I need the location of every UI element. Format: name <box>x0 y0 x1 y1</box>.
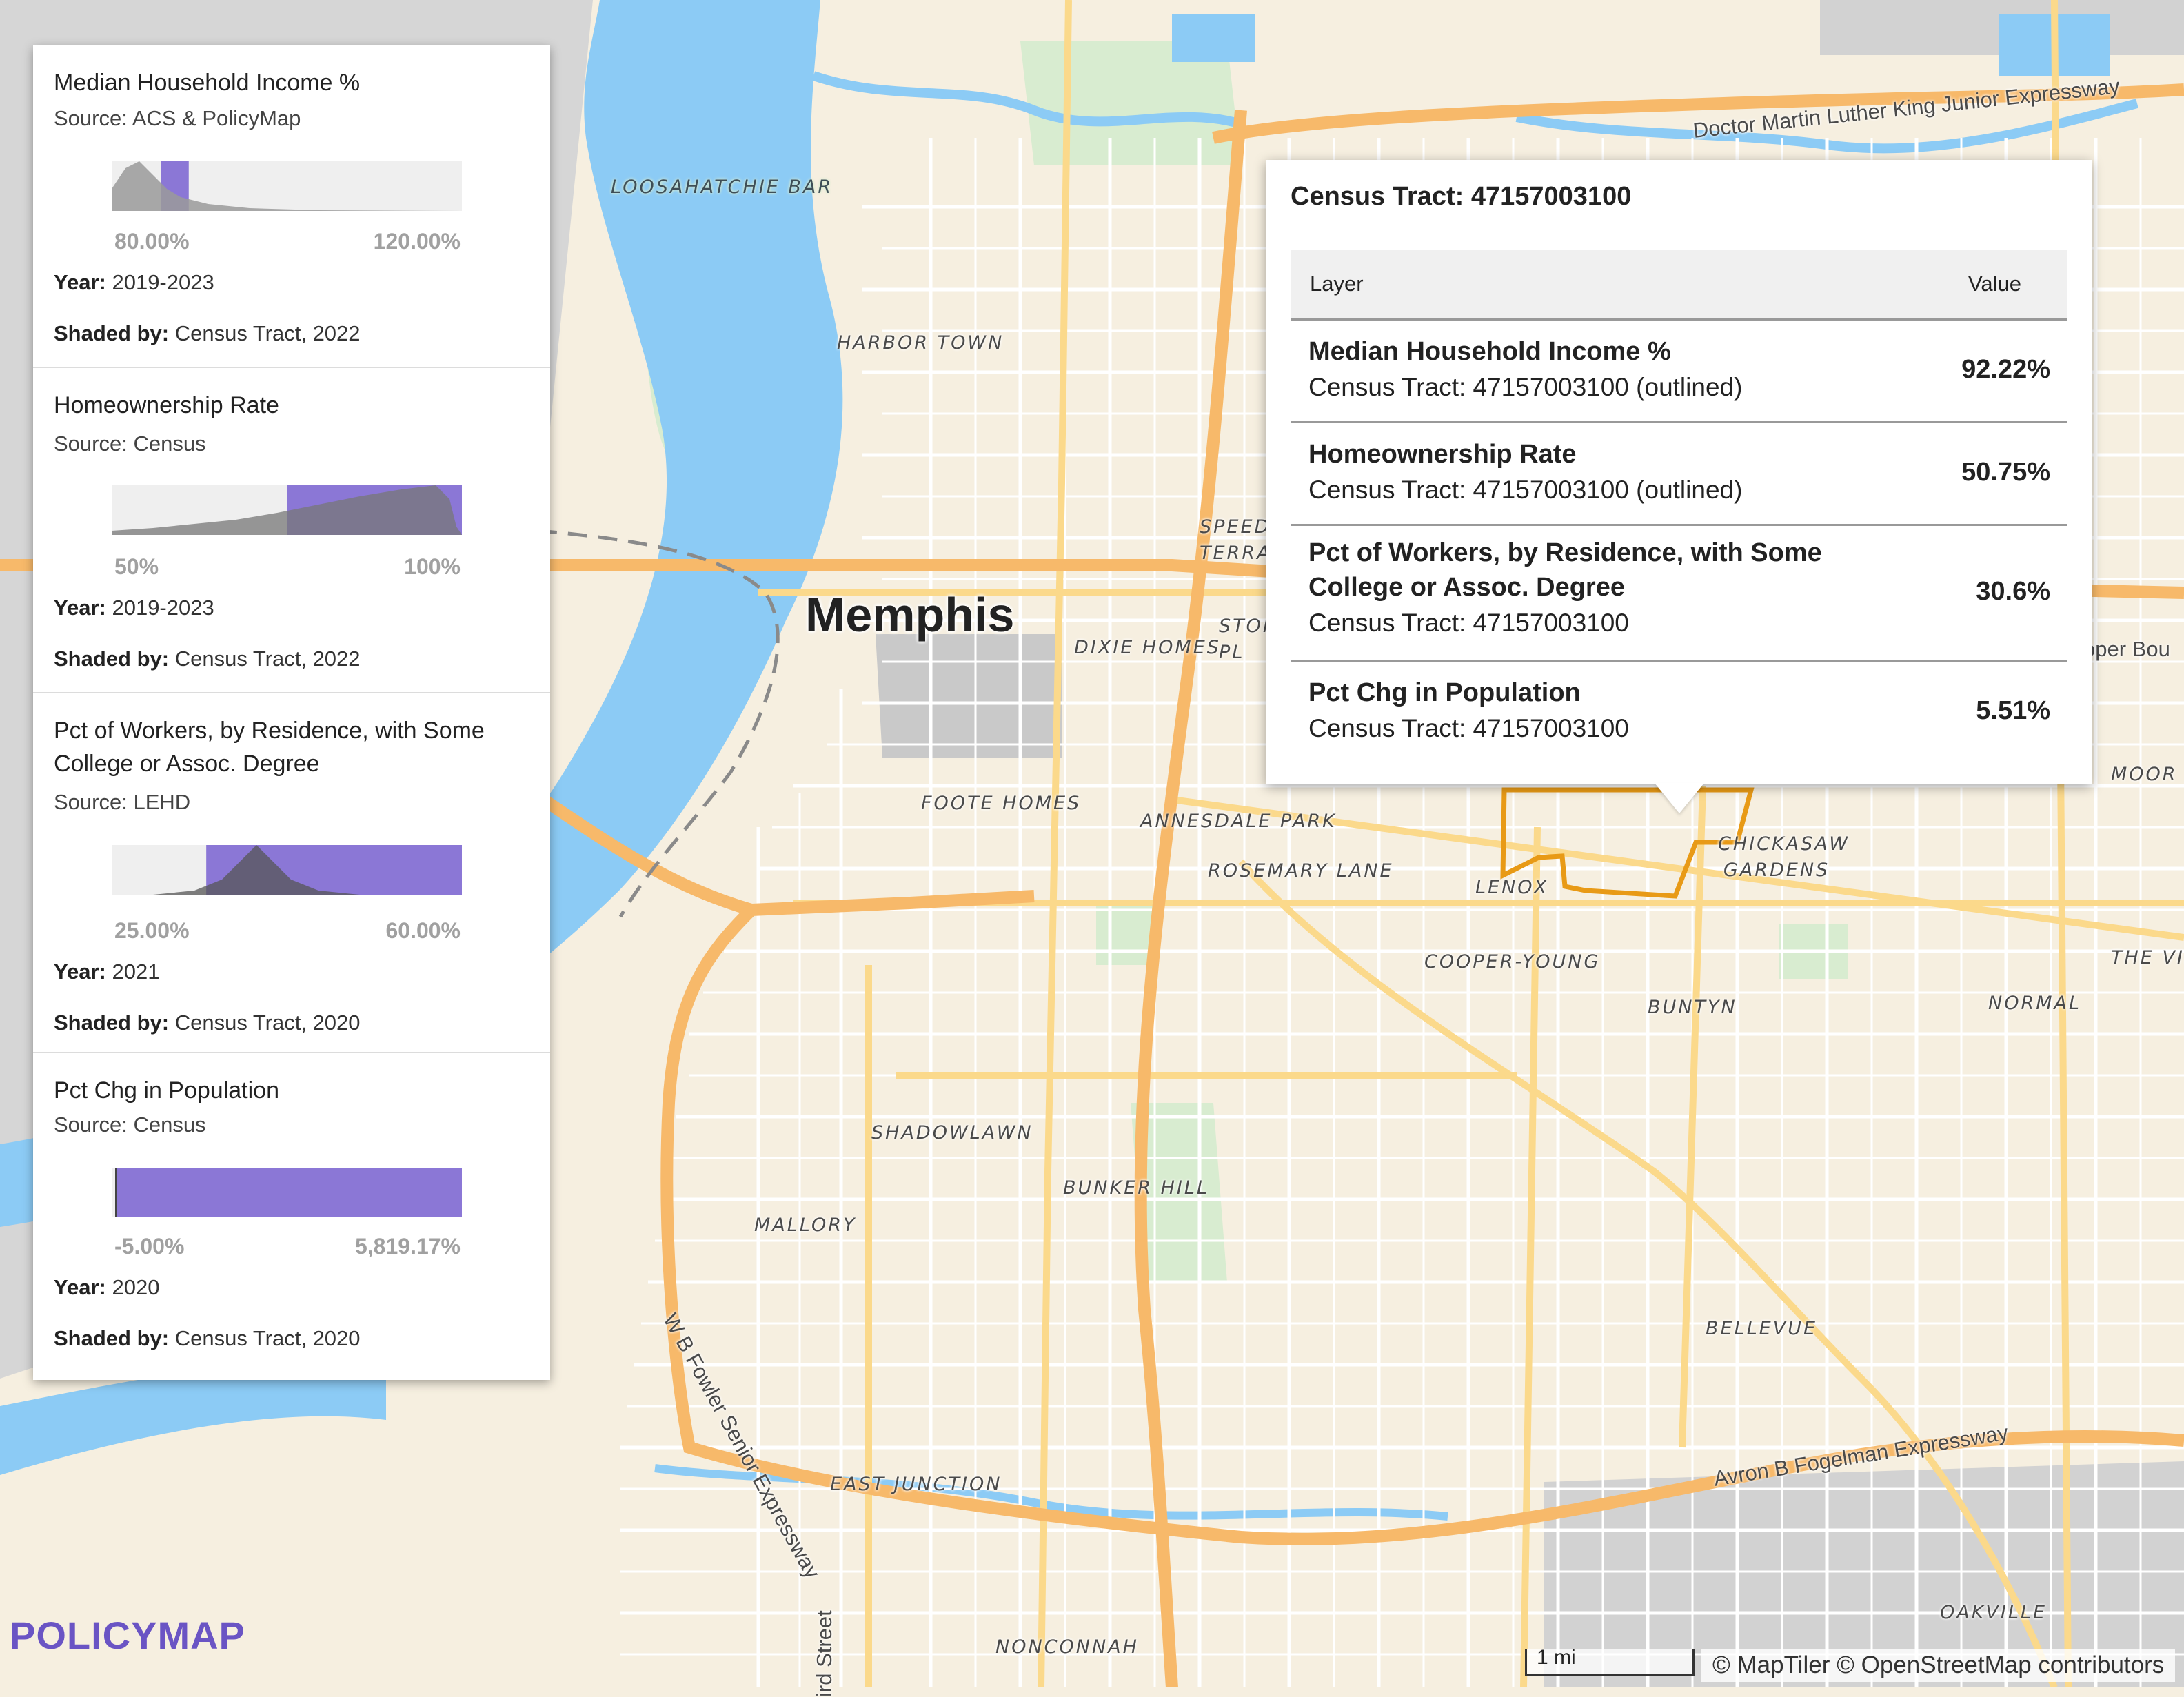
legend-year: Year: 2021 <box>54 959 160 984</box>
label-cooper-young: COOPER-YOUNG <box>1424 951 1601 973</box>
popup-row-sub: Census Tract: 47157003100 <box>1308 609 1629 637</box>
label-bellevue: BELLEVUE <box>1706 1318 1818 1339</box>
legend-source: Source: ACS & PolicyMap <box>54 106 301 130</box>
legend-shaded-by: Shaded by: Census Tract, 2020 <box>54 1010 361 1035</box>
label-chickasaw-gardens: CHICKASAW GARDENS <box>1718 833 1850 881</box>
legend-min: 50% <box>114 554 159 579</box>
industrial-area-downtown <box>876 634 1062 758</box>
legend-title: Homeownership Rate <box>54 392 279 418</box>
popup-row-value: 30.6% <box>1976 577 2050 606</box>
popup-row-value: 92.22% <box>1961 355 2050 384</box>
road-label-third-street: ird Street <box>812 1610 836 1697</box>
label-harbor-town: HARBOR TOWN <box>837 332 1004 354</box>
legend-shaded-by: Shaded by: Census Tract, 2022 <box>54 321 361 345</box>
popup-row: Median Household Income % Census Tract: … <box>1291 321 2067 423</box>
scale-label: 1 mi <box>1537 1646 1576 1669</box>
popup-row-name: Median Household Income % <box>1308 337 1671 366</box>
legend-panel: Median Household Income % Source: ACS & … <box>33 45 550 1380</box>
legend-title: Pct of Workers, by Residence, with Some … <box>54 718 485 777</box>
label-the-village: THE VIL <box>2111 947 2184 968</box>
map-attribution[interactable]: © MapTiler © OpenStreetMap contributors <box>1701 1649 2176 1682</box>
legend-histogram <box>112 485 462 535</box>
popup-row-sub: Census Tract: 47157003100 <box>1308 714 1629 742</box>
popup-row-sub: Census Tract: 47157003100 (outlined) <box>1308 476 1743 504</box>
popup-row: Pct Chg in Population Census Tract: 4715… <box>1291 662 2067 762</box>
legend-title: Median Household Income % <box>54 70 361 96</box>
label-dixie-homes: DIXIE HOMES <box>1074 637 1221 658</box>
popup-row-name: Pct of Workers, by Residence, with Some … <box>1308 538 1822 602</box>
legend-section-pop-change: Pct Chg in Population Source: Census -5.… <box>33 1053 550 1380</box>
popup-row-value: 5.51% <box>1976 696 2050 725</box>
label-mallory: MALLORY <box>754 1215 857 1236</box>
legend-section-homeownership: Homeownership Rate Source: Census 50% 10… <box>33 368 550 693</box>
label-oakville: OAKVILLE <box>1940 1602 2048 1623</box>
label-moor: MOOR <box>2111 764 2178 785</box>
legend-shaded-by: Shaded by: Census Tract, 2020 <box>54 1326 361 1350</box>
city-label-memphis: Memphis <box>805 588 1015 642</box>
popup-title: Census Tract: 47157003100 <box>1291 182 1632 211</box>
popup-row-sub: Census Tract: 47157003100 (outlined) <box>1308 373 1743 401</box>
label-bunker-hill: BUNKER HILL <box>1063 1177 1209 1199</box>
label-shadowlawn: SHADOWLAWN <box>871 1122 1033 1144</box>
legend-title: Pct Chg in Population <box>54 1077 279 1104</box>
label-stonewall-place: STON PL <box>1219 616 1280 663</box>
legend-shaded-by: Shaded by: Census Tract, 2022 <box>54 647 361 671</box>
label-speedway-terrace: SPEEDW TERRA <box>1200 516 1292 564</box>
legend-max: 100% <box>404 554 461 579</box>
legend-min: 25.00% <box>114 918 190 943</box>
legend-year: Year: 2019-2023 <box>54 270 214 294</box>
label-east-junction: EAST JUNCTION <box>830 1474 1002 1495</box>
legend-max: 60.00% <box>385 918 461 943</box>
popup-row: Pct of Workers, by Residence, with Some … <box>1291 526 2067 662</box>
label-lenox: LENOX <box>1475 877 1549 898</box>
popup-col-layer: Layer <box>1310 272 1364 296</box>
label-foote-homes: FOOTE HOMES <box>921 793 1082 814</box>
label-buntyn: BUNTYN <box>1648 997 1737 1018</box>
legend-year: Year: 2020 <box>54 1275 160 1299</box>
legend-source: Source: Census <box>54 1112 206 1137</box>
legend-histogram <box>112 161 462 211</box>
label-annesdale-park: ANNESDALE PARK <box>1140 811 1337 832</box>
legend-histogram <box>112 845 462 895</box>
map-scale-bar: 1 mi <box>1525 1646 1695 1676</box>
legend-histogram <box>112 1168 462 1217</box>
road-label-cooper-boulevard: oper Bou <box>2083 637 2170 661</box>
legend-source: Source: Census <box>54 431 206 456</box>
popup-row-name: Homeownership Rate <box>1308 440 1577 469</box>
popup-row-name: Pct Chg in Population <box>1308 678 1581 707</box>
legend-section-some-college: Pct of Workers, by Residence, with Some … <box>33 693 550 1053</box>
census-tract-popup: Census Tract: 47157003100 Layer Value Me… <box>1266 160 2092 784</box>
popup-row: Homeownership Rate Census Tract: 4715700… <box>1291 423 2067 526</box>
legend-min: 80.00% <box>114 229 190 254</box>
legend-source: Source: LEHD <box>54 790 191 814</box>
legend-max: 5,819.17% <box>354 1234 461 1259</box>
legend-section-median-income: Median Household Income % Source: ACS & … <box>33 45 550 368</box>
popup-pointer <box>1655 783 1704 813</box>
popup-col-value: Value <box>1968 272 2021 296</box>
popup-row-value: 50.75% <box>1961 458 2050 487</box>
label-normal: NORMAL <box>1988 993 2082 1014</box>
popup-table-header: Layer Value <box>1291 250 2067 321</box>
policymap-logo[interactable]: POLICYMAP <box>10 1613 245 1658</box>
label-nonconnah: NONCONNAH <box>995 1636 1139 1658</box>
legend-max: 120.00% <box>373 229 461 254</box>
legend-year: Year: 2019-2023 <box>54 596 214 620</box>
label-rosemary-lane: ROSEMARY LANE <box>1208 860 1394 882</box>
label-loosahatchie-bar: LOOSAHATCHIE BAR <box>611 176 833 198</box>
lake-north <box>1172 14 1255 62</box>
legend-min: -5.00% <box>114 1234 185 1259</box>
